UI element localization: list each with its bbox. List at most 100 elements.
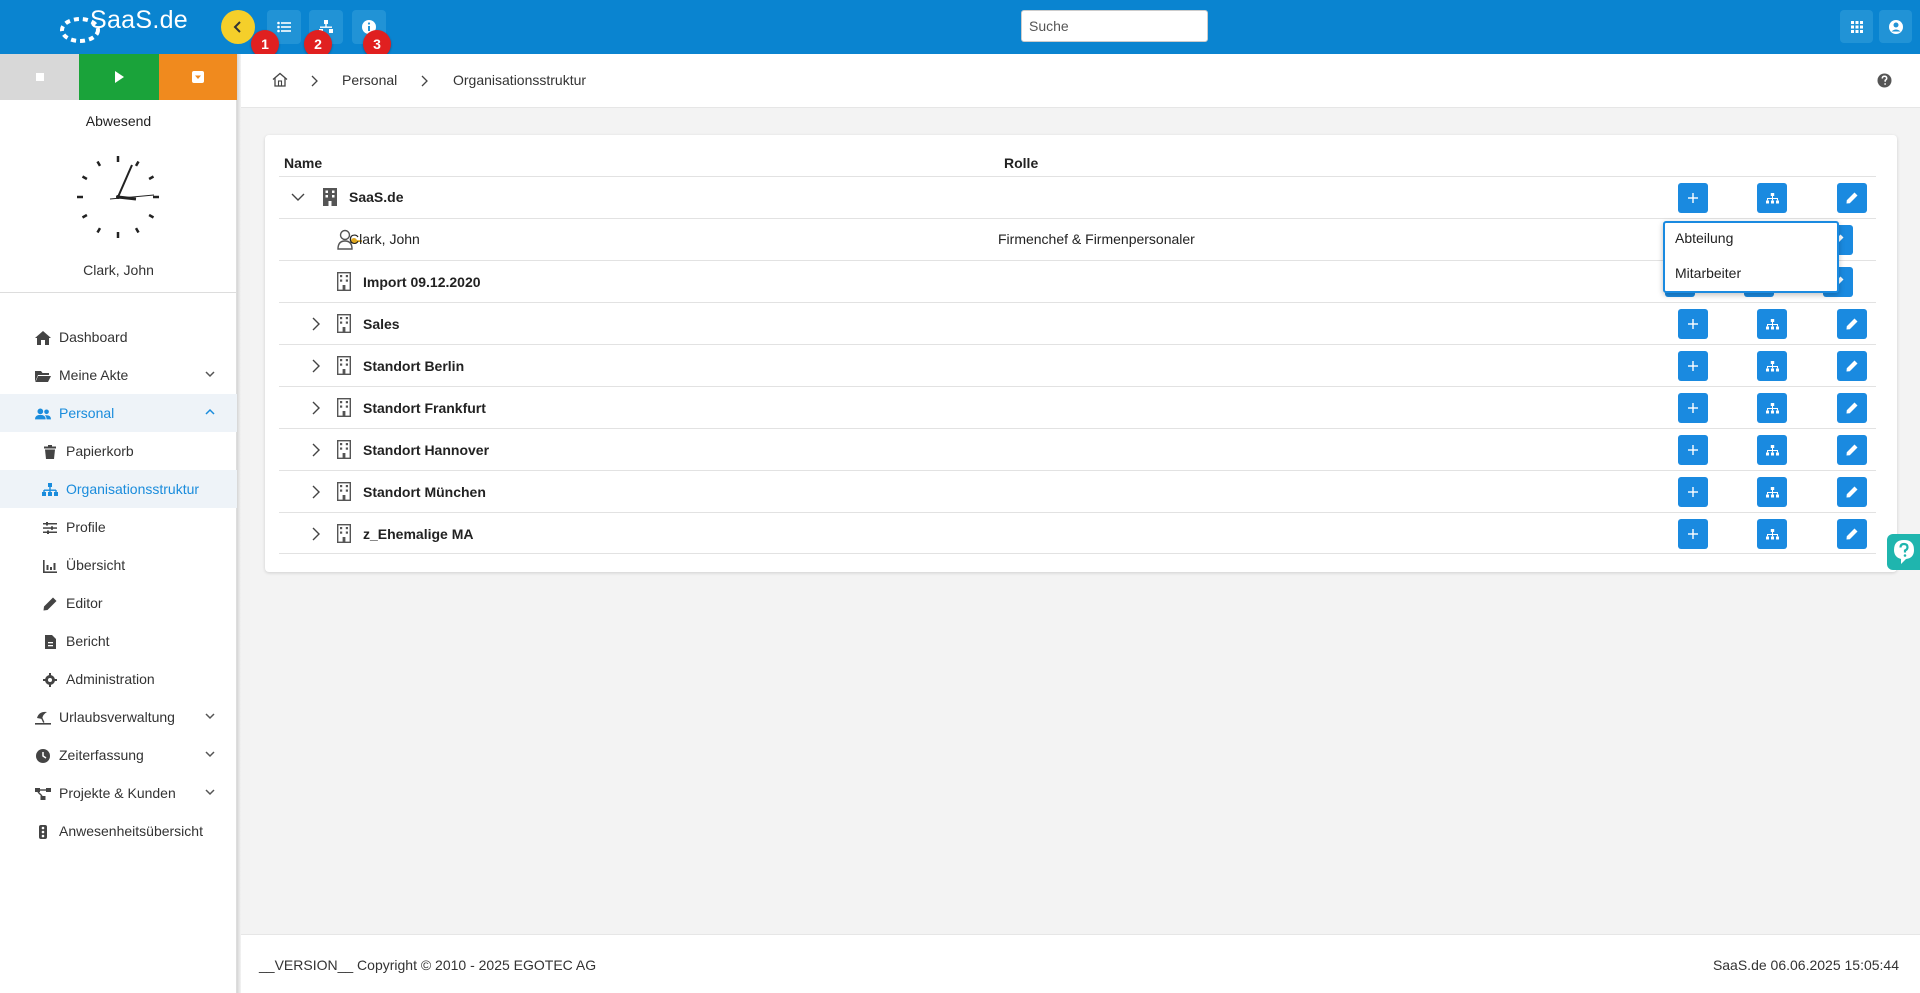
- sidebar-item-papierkorb[interactable]: Papierkorb: [0, 432, 237, 470]
- logo[interactable]: SaaS.de: [58, 4, 208, 48]
- row-name[interactable]: SaaS.de: [349, 189, 403, 205]
- help-float-button[interactable]: [1887, 534, 1920, 570]
- row-name[interactable]: Standort Hannover: [363, 442, 489, 458]
- chevron-right-icon[interactable]: [312, 527, 321, 541]
- sidebar-item-personal[interactable]: Personal: [0, 394, 237, 432]
- status-menu-button[interactable]: [159, 54, 237, 100]
- add-button[interactable]: [1678, 183, 1708, 213]
- edit-button[interactable]: [1837, 435, 1867, 465]
- row-name[interactable]: Import 09.12.2020: [363, 274, 481, 290]
- time-control-bar: [0, 54, 237, 100]
- table-row: Sales: [279, 302, 1876, 344]
- pencil-icon: [1846, 528, 1858, 540]
- dropdown-item-abteilung[interactable]: Abteilung: [1675, 230, 1733, 246]
- edit-button[interactable]: [1837, 519, 1867, 549]
- row-name[interactable]: z_Ehemalige MA: [363, 526, 473, 542]
- chevron-right-icon[interactable]: [312, 485, 321, 499]
- plus-icon: [1688, 445, 1698, 455]
- collapse-sidebar-button[interactable]: [221, 10, 255, 44]
- building-outline-icon: [337, 482, 351, 501]
- pencil-icon: [1846, 360, 1858, 372]
- chevron-right-icon[interactable]: [312, 401, 321, 415]
- chevron-right-icon[interactable]: [312, 359, 321, 373]
- sidebar-item-projekte-kunden[interactable]: Projekte & Kunden: [0, 774, 237, 812]
- question-circle-icon[interactable]: [1877, 73, 1892, 88]
- row-name[interactable]: Standort Frankfurt: [363, 400, 486, 416]
- sidebar-item-label: Administration: [66, 671, 155, 687]
- plus-icon: [1688, 193, 1698, 203]
- add-dropdown-menu: Abteilung Mitarbeiter: [1663, 221, 1839, 293]
- grid-icon: [1850, 20, 1863, 33]
- sidebar-item-meine-akte[interactable]: Meine Akte: [0, 356, 237, 394]
- chevron-right-icon[interactable]: [312, 443, 321, 457]
- building-outline-icon: [337, 272, 351, 291]
- search-input[interactable]: [1021, 10, 1208, 42]
- sidebar-item-editor[interactable]: Editor: [0, 584, 237, 622]
- pencil-icon: [42, 596, 58, 612]
- org-chart-button[interactable]: [1757, 477, 1787, 507]
- edit-button[interactable]: [1837, 351, 1867, 381]
- sidebar-item-organisationsstruktur[interactable]: Organisationsstruktur: [0, 470, 237, 508]
- edit-button[interactable]: [1837, 393, 1867, 423]
- stop-button[interactable]: [0, 54, 79, 100]
- sidebar-shadow: [237, 54, 241, 993]
- apps-button[interactable]: [1840, 10, 1873, 43]
- add-button[interactable]: [1678, 519, 1708, 549]
- dropdown-item-mitarbeiter[interactable]: Mitarbeiter: [1675, 265, 1741, 281]
- row-name[interactable]: Clark, John: [349, 231, 420, 247]
- chevron-up-icon: [205, 408, 215, 415]
- footer-copyright: __VERSION__ Copyright © 2010 - 2025 EGOT…: [259, 957, 597, 973]
- table-row: z_Ehemalige MA: [279, 512, 1876, 554]
- home-icon[interactable]: [272, 72, 288, 87]
- presence-status: Abwesend: [85, 113, 152, 129]
- sidebar-item-urlaubsverwaltung[interactable]: Urlaubsverwaltung: [0, 698, 237, 736]
- add-button[interactable]: [1678, 435, 1708, 465]
- row-name[interactable]: Standort Berlin: [363, 358, 464, 374]
- add-button[interactable]: [1678, 477, 1708, 507]
- chevron-down-icon: [205, 789, 215, 796]
- add-button[interactable]: [1678, 309, 1708, 339]
- org-chart-button[interactable]: [1757, 183, 1787, 213]
- sidebar-item-uebersicht[interactable]: Übersicht: [0, 546, 237, 584]
- pencil-icon: [1846, 318, 1858, 330]
- row-name[interactable]: Standort München: [363, 484, 486, 500]
- table-row: Standort Hannover: [279, 428, 1876, 470]
- edit-button[interactable]: [1837, 477, 1867, 507]
- sidebar-item-bericht[interactable]: Bericht: [0, 622, 237, 660]
- sidebar-item-dashboard[interactable]: Dashboard: [0, 318, 237, 356]
- row-name[interactable]: Sales: [363, 316, 400, 332]
- chevron-right-icon: [311, 75, 318, 87]
- user-account-button[interactable]: [1879, 10, 1912, 43]
- building-outline-icon: [337, 356, 351, 375]
- sliders-icon: [42, 520, 58, 536]
- org-chart-button[interactable]: [1757, 519, 1787, 549]
- sidebar-item-label: Dashboard: [59, 329, 128, 345]
- plus-icon: [1688, 487, 1698, 497]
- sidebar-item-label: Papierkorb: [66, 443, 134, 459]
- play-button[interactable]: [79, 54, 159, 100]
- sidebar-item-anwesenheitsuebersicht[interactable]: Anwesenheitsübersicht: [0, 812, 237, 850]
- org-chart-button[interactable]: [1757, 393, 1787, 423]
- chevron-down-icon[interactable]: [291, 193, 305, 202]
- plus-icon: [1688, 319, 1698, 329]
- edit-button[interactable]: [1837, 183, 1867, 213]
- project-diagram-icon: [35, 786, 51, 802]
- trash-icon: [42, 444, 58, 460]
- sidebar-divider: [0, 292, 237, 293]
- breadcrumb-item-personal[interactable]: Personal: [342, 72, 397, 88]
- sidebar-item-profile[interactable]: Profile: [0, 508, 237, 546]
- sitemap-icon: [1765, 402, 1779, 413]
- table-row: Import 09.12.2020: [279, 260, 1876, 302]
- org-chart-button[interactable]: [1757, 351, 1787, 381]
- building-icon: [323, 188, 337, 206]
- chevron-right-icon[interactable]: [312, 317, 321, 331]
- add-button[interactable]: [1678, 393, 1708, 423]
- add-button[interactable]: [1678, 351, 1708, 381]
- edit-button[interactable]: [1837, 309, 1867, 339]
- table-row: Clark, John Firmenchef & Firmenpersonale…: [279, 218, 1876, 260]
- sidebar-item-administration[interactable]: Administration: [0, 660, 237, 698]
- org-chart-button[interactable]: [1757, 435, 1787, 465]
- analog-clock-icon: [76, 155, 160, 239]
- org-chart-button[interactable]: [1757, 309, 1787, 339]
- sidebar-item-zeiterfassung[interactable]: Zeiterfassung: [0, 736, 237, 774]
